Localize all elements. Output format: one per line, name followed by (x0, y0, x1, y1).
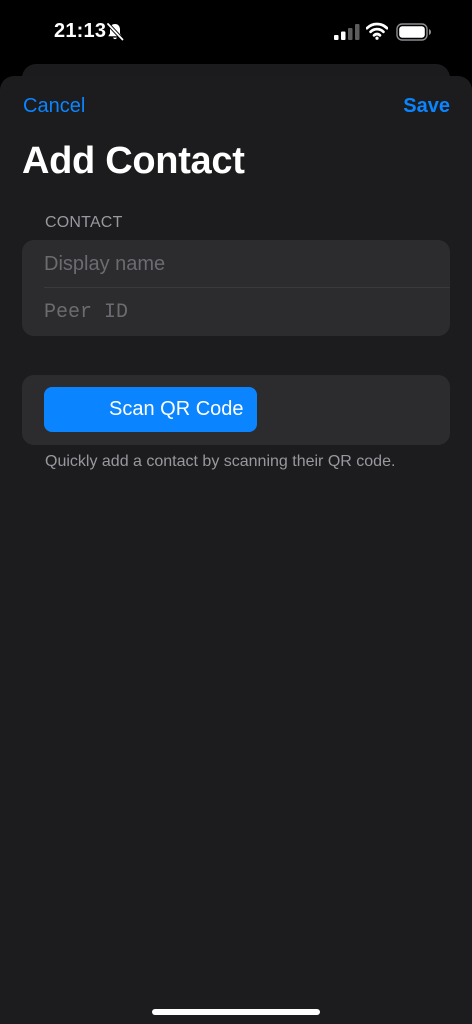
screen: 21:13 Cancel Save Add Contact CONTACT Di… (0, 0, 472, 1024)
peer-id-input[interactable] (44, 288, 450, 336)
page-title: Add Contact (22, 140, 245, 182)
display-name-input[interactable] (44, 240, 450, 288)
scan-section-group: Scan QR Code (22, 375, 450, 445)
save-button[interactable]: Save (403, 95, 450, 118)
contact-section-header: CONTACT (45, 214, 123, 231)
scan-qr-code-button[interactable]: Scan QR Code (44, 387, 257, 432)
bell-slash-icon (106, 22, 124, 42)
status-time: 21:13 (54, 20, 107, 42)
wifi-icon (366, 22, 388, 40)
add-contact-sheet: Cancel Save Add Contact CONTACT Scan QR … (0, 76, 472, 1024)
cellular-signal-icon (334, 24, 360, 40)
contact-fields-group (22, 240, 450, 336)
cancel-button[interactable]: Cancel (23, 95, 85, 118)
battery-icon (396, 23, 431, 41)
scan-section-footer: Quickly add a contact by scanning their … (45, 453, 396, 470)
scan-qr-code-label: Scan QR Code (109, 398, 244, 420)
status-bar: 21:13 (0, 0, 472, 64)
home-indicator[interactable] (152, 1009, 320, 1015)
